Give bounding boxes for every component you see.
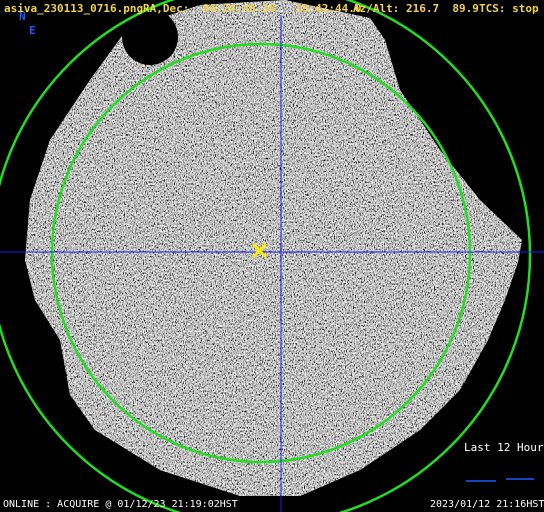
compass-north: N	[19, 10, 26, 23]
legend-label: Last 12 Hours	[464, 441, 544, 454]
allsky-viewer: asiva_230113_0716.png RA,Dec: 04:24:40.3…	[0, 0, 544, 512]
sky-image	[0, 0, 544, 512]
timestamp: 2023/01/12 21:16HST	[430, 499, 544, 510]
legend-sample	[466, 478, 534, 482]
acquire-status: ONLINE : ACQUIRE @ 01/12/23 21:19:02HST	[3, 499, 238, 510]
ra-dec-readout: RA,Dec: 04:24:40.36 19:42:44.0	[143, 2, 362, 15]
compass-east: E	[29, 24, 36, 37]
tcs-status: TCS: stop	[479, 2, 539, 15]
az-alt-readout: Az/Alt: 216.7 89.9	[353, 2, 479, 15]
